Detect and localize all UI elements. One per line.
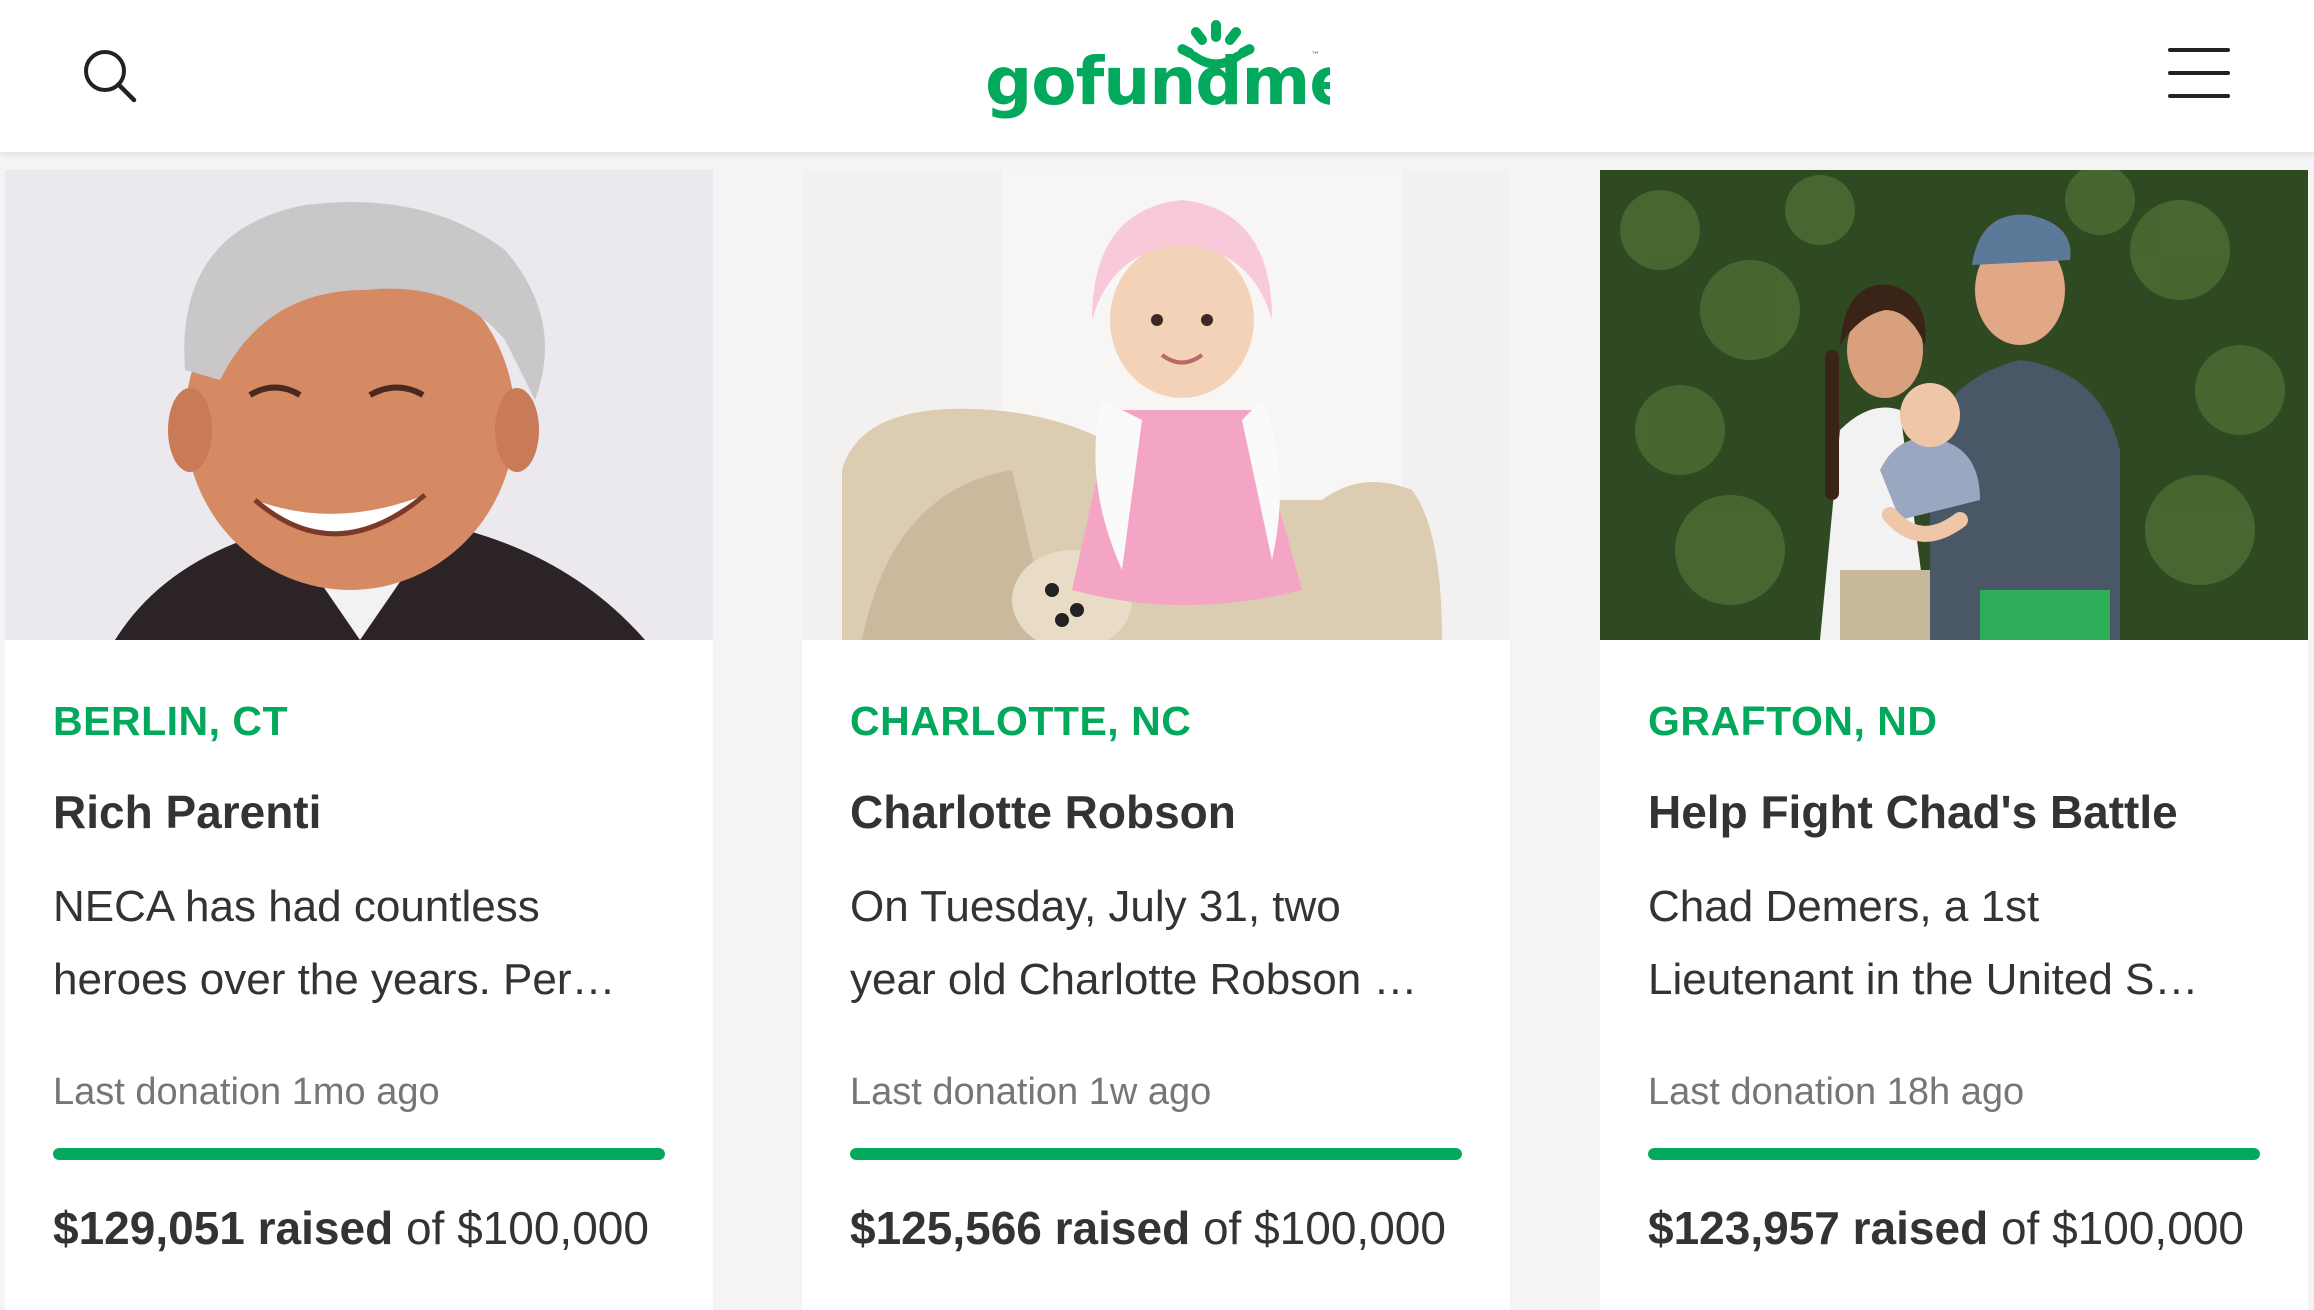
campaign-photo[interactable]: [1600, 170, 2308, 640]
campaign-photo[interactable]: [802, 170, 1510, 640]
campaign-title[interactable]: Help Fight Chad's Battle: [1648, 784, 2260, 840]
last-donation: Last donation 1mo ago: [53, 1071, 440, 1113]
description-line: NECA has had countless: [53, 882, 540, 931]
description-line: Chad Demers, a 1st: [1648, 882, 2040, 931]
last-donation: Last donation 18h ago: [1648, 1071, 2025, 1113]
campaign-card-grid: BERLIN, CT Rich Parenti NECA has had cou…: [0, 170, 2314, 1310]
description-line: year old Charlotte Robson …: [850, 955, 1418, 1004]
goal-amount: of $100,000: [1190, 1202, 1446, 1254]
goal-amount: of $100,000: [1988, 1202, 2244, 1254]
funds-raised: $129,051 raised of $100,000: [53, 1198, 665, 1258]
last-donation: Last donation 1w ago: [850, 1071, 1212, 1113]
campaign-description: On Tuesday, July 31, two year old Charlo…: [850, 870, 1462, 1016]
campaign-location: BERLIN, CT: [53, 698, 289, 744]
campaign-card[interactable]: GRAFTON, ND Help Fight Chad's Battle Cha…: [1600, 170, 2308, 1310]
svg-text:™: ™: [1311, 51, 1320, 61]
progress-fill: [1648, 1148, 2260, 1160]
hamburger-menu-button[interactable]: [2160, 40, 2240, 110]
campaign-title[interactable]: Charlotte Robson: [850, 784, 1462, 840]
campaign-description: NECA has had countless heroes over the y…: [53, 870, 665, 1016]
progress-bar: [850, 1148, 1462, 1160]
raised-amount: $129,051 raised: [53, 1202, 394, 1254]
search-icon: [84, 50, 137, 103]
campaign-location: GRAFTON, ND: [1648, 698, 1938, 744]
raised-amount: $125,566 raised: [850, 1202, 1191, 1254]
funds-raised: $123,957 raised of $100,000: [1648, 1198, 2260, 1258]
search-button[interactable]: [70, 36, 150, 116]
campaign-card[interactable]: BERLIN, CT Rich Parenti NECA has had cou…: [5, 170, 713, 1310]
top-nav-bar: gofundme ™: [0, 0, 2314, 152]
progress-fill: [850, 1148, 1462, 1160]
campaign-description: Chad Demers, a 1st Lieutenant in the Uni…: [1648, 870, 2260, 1016]
goal-amount: of $100,000: [393, 1202, 649, 1254]
svg-text:gofundme: gofundme: [985, 43, 1330, 120]
description-line: heroes over the years. Per…: [53, 955, 616, 1004]
gofundme-logo[interactable]: gofundme ™: [985, 14, 1354, 124]
campaign-card[interactable]: CHARLOTTE, NC Charlotte Robson On Tuesda…: [802, 170, 1510, 1310]
raised-amount: $123,957 raised: [1648, 1202, 1989, 1254]
description-line: On Tuesday, July 31, two: [850, 882, 1341, 931]
progress-fill: [53, 1148, 665, 1160]
campaign-location: CHARLOTTE, NC: [850, 698, 1192, 744]
progress-bar: [53, 1148, 665, 1160]
campaign-photo[interactable]: [5, 170, 713, 640]
progress-bar: [1648, 1148, 2260, 1160]
funds-raised: $125,566 raised of $100,000: [850, 1198, 1462, 1258]
description-line: Lieutenant in the United S…: [1648, 955, 2199, 1004]
campaign-title[interactable]: Rich Parenti: [53, 784, 665, 840]
